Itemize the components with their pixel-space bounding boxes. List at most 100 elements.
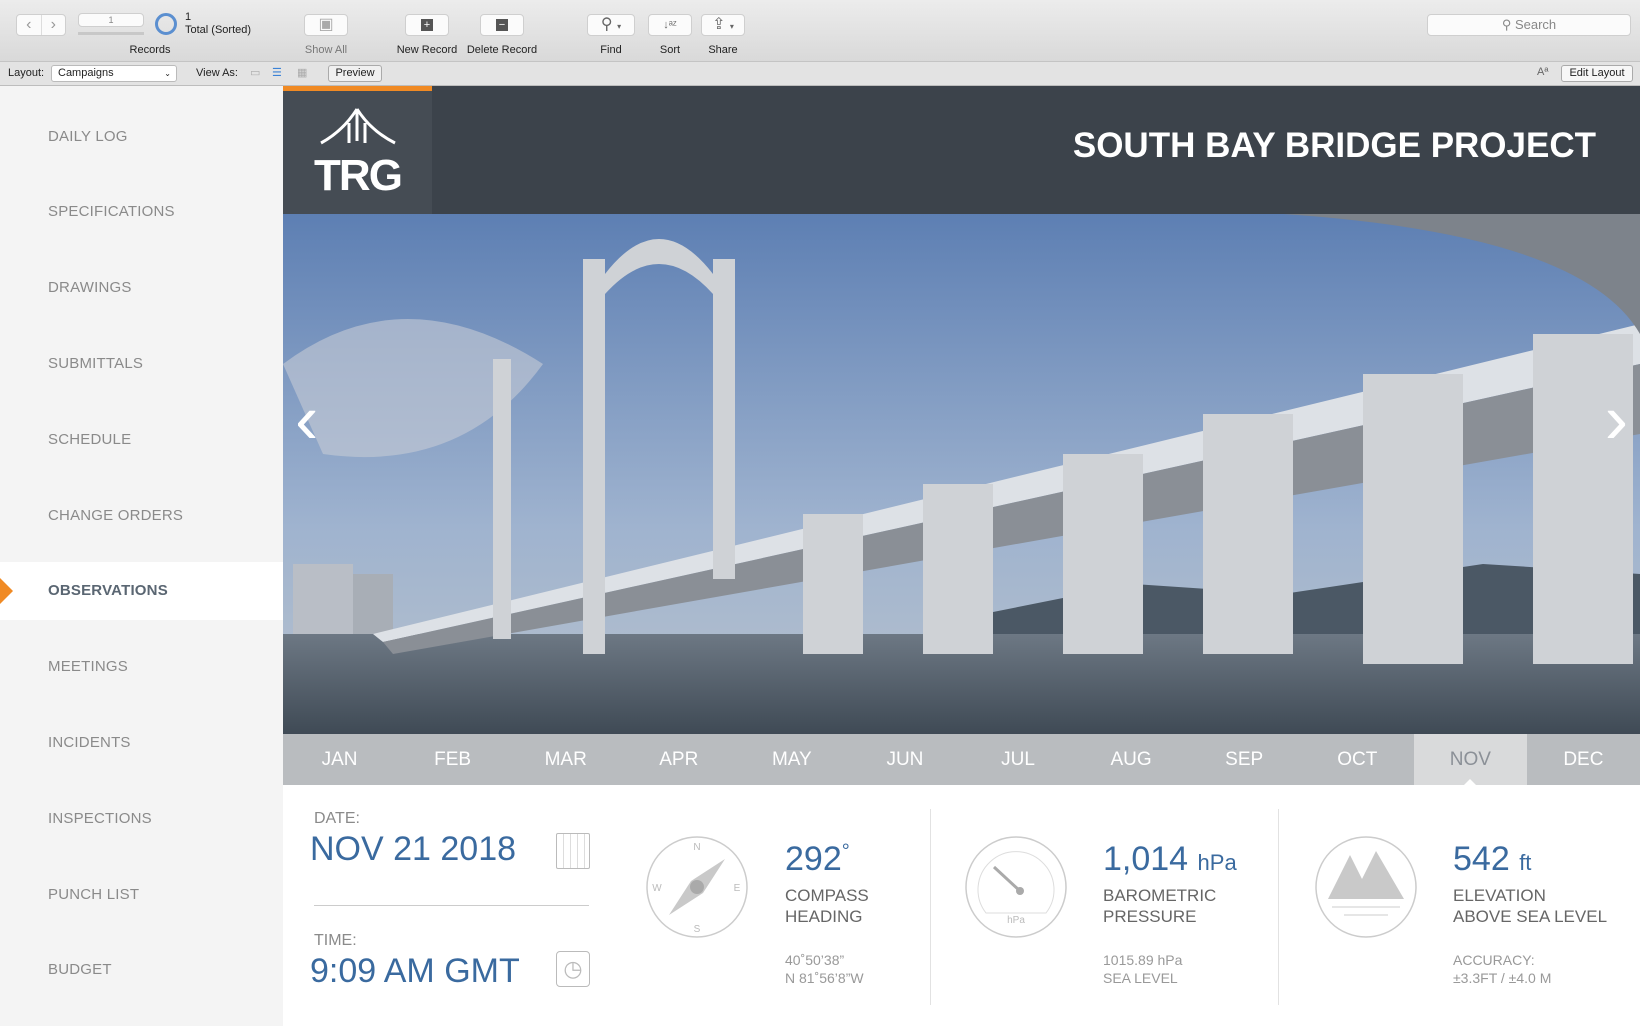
date-label: DATE: — [314, 810, 360, 827]
month-tab-mar[interactable]: MAR — [509, 734, 622, 785]
sidebar-item-label: DAILY LOG — [48, 127, 128, 145]
sidebar-item-inspections[interactable]: INSPECTIONS — [0, 789, 283, 847]
bridge-photo: ‹ › — [283, 214, 1640, 734]
previous-photo-arrow[interactable]: ‹ — [295, 379, 318, 459]
next-photo-arrow[interactable]: › — [1605, 379, 1628, 459]
sidebar-item-specifications[interactable]: SPECIFICATIONS — [0, 183, 283, 241]
sidebar-item-schedule[interactable]: SCHEDULE — [0, 410, 283, 468]
view-table-icon[interactable]: ▦ — [297, 66, 307, 79]
trg-logo: TRG — [283, 86, 432, 214]
month-tab-jul[interactable]: JUL — [961, 734, 1074, 785]
month-tab-aug[interactable]: AUG — [1075, 734, 1188, 785]
sidebar-item-label: OBSERVATIONS — [48, 582, 168, 600]
sidebar-item-label: SCHEDULE — [48, 430, 132, 448]
month-tab-nov[interactable]: NOV — [1413, 734, 1527, 786]
sidebar-item-budget[interactable]: BUDGET — [0, 941, 283, 999]
logo-text: TRG — [314, 151, 403, 200]
sidebar-item-label: CHANGE ORDERS — [48, 506, 184, 524]
record-number-field[interactable]: 1 — [78, 13, 144, 27]
divider — [314, 905, 589, 906]
sidebar-item-observations[interactable]: OBSERVATIONS — [0, 561, 283, 620]
pressure-value: 1,014 — [1103, 840, 1189, 878]
preview-button[interactable]: Preview — [328, 65, 382, 82]
new-record-button[interactable]: + — [405, 14, 449, 36]
previous-record-button[interactable]: ‹ — [17, 15, 41, 35]
month-tab-jun[interactable]: JUN — [848, 734, 961, 785]
month-tab-feb[interactable]: FEB — [396, 734, 509, 785]
pressure-unit: hPa — [1197, 850, 1237, 875]
show-all-button[interactable]: ▣ — [304, 14, 348, 36]
chevron-down-icon: ⌄ — [164, 69, 171, 78]
sort-label: Sort — [659, 44, 681, 56]
sidebar-item-daily-log[interactable]: DAILY LOG — [0, 107, 283, 165]
month-tab-jan[interactable]: JAN — [283, 734, 396, 785]
sort-button[interactable]: ↓ᵃᶻ — [648, 14, 692, 36]
share-button[interactable]: ⇪ ▾ — [701, 14, 745, 36]
divider — [1278, 809, 1279, 1005]
elevation-value: 542 — [1453, 840, 1510, 878]
sidebar-item-label: INCIDENTS — [48, 733, 131, 751]
clock-icon[interactable]: ◷ — [556, 951, 590, 987]
sidebar-item-label: BUDGET — [48, 961, 112, 979]
show-all-label: Show All — [304, 44, 348, 56]
sidebar-item-drawings[interactable]: DRAWINGS — [0, 259, 283, 317]
plus-icon: + — [421, 19, 433, 31]
month-tab-dec[interactable]: DEC — [1527, 734, 1640, 785]
find-label: Find — [600, 44, 622, 56]
records-label: Records — [129, 44, 171, 56]
time-label: TIME: — [314, 932, 357, 949]
coordinates-lat: 40˚50’38” — [785, 952, 845, 968]
minus-icon: − — [496, 19, 508, 31]
time-value[interactable]: 9:09 AM GMT — [310, 952, 520, 991]
month-tab-may[interactable]: MAY — [735, 734, 848, 785]
view-form-icon[interactable]: ▭ — [250, 66, 260, 79]
compass-label-1: COMPASS — [785, 886, 869, 905]
compass-value: 292 — [785, 840, 842, 878]
layout-value: Campaigns — [58, 67, 114, 79]
sidebar-item-label: MEETINGS — [48, 658, 128, 676]
sidebar-item-submittals[interactable]: SUBMITTALS — [0, 334, 283, 392]
compass-label-2: HEADING — [785, 907, 863, 926]
sidebar-item-label: DRAWINGS — [48, 279, 132, 297]
month-tab-sep[interactable]: SEP — [1188, 734, 1301, 785]
sidebar-item-punch-list[interactable]: PUNCH LIST — [0, 865, 283, 923]
search-icon: ⚲ — [600, 16, 613, 33]
sidebar-item-label: PUNCH LIST — [48, 885, 140, 903]
chevron-down-icon: ▾ — [617, 22, 622, 31]
compass-e: E — [734, 883, 741, 894]
accuracy-label: ACCURACY: — [1453, 952, 1535, 968]
barometer-icon: hPa — [965, 836, 1067, 938]
observation-details: DATE: NOV 21 2018 TIME: 9:09 AM GMT ◷ N … — [283, 785, 1640, 1026]
sidebar-item-label: SPECIFICATIONS — [48, 203, 175, 221]
delete-record-button[interactable]: − — [480, 14, 524, 36]
font-size-icon[interactable]: Aª — [1537, 66, 1548, 78]
view-list-icon[interactable]: ☰ — [272, 66, 282, 79]
accuracy-value: ±3.3FT / ±4.0 M — [1453, 970, 1552, 986]
share-icon: ⇪ — [712, 16, 726, 33]
found-count: 1 — [185, 11, 192, 23]
month-tab-apr[interactable]: APR — [622, 734, 735, 785]
date-value[interactable]: NOV 21 2018 — [310, 830, 516, 869]
month-tab-oct[interactable]: OCT — [1301, 734, 1414, 785]
compass-unit: ° — [841, 840, 850, 863]
edit-layout-button[interactable]: Edit Layout — [1561, 65, 1633, 82]
next-record-button[interactable]: › — [40, 15, 66, 35]
sidebar-item-meetings[interactable]: MEETINGS — [0, 638, 283, 696]
calendar-icon[interactable] — [556, 833, 590, 869]
search-placeholder: Search — [1514, 17, 1557, 32]
record-slider[interactable] — [78, 32, 144, 35]
layout-select[interactable]: Campaigns ⌄ — [51, 65, 177, 82]
share-label: Share — [708, 44, 738, 56]
find-button[interactable]: ⚲ ▾ — [587, 14, 635, 36]
sidebar-item-incidents[interactable]: INCIDENTS — [0, 713, 283, 771]
sidebar-item-label: INSPECTIONS — [48, 809, 152, 827]
elevation-label-1: ELEVATION — [1453, 886, 1546, 905]
search-input[interactable]: ⚲ Search — [1427, 14, 1631, 36]
total-sorted: Total (Sorted) — [185, 24, 252, 36]
coordinates-long: N 81˚56’8”W — [785, 970, 864, 986]
elevation-label-2: ABOVE SEA LEVEL — [1453, 907, 1608, 926]
sidebar-item-change-orders[interactable]: CHANGE ORDERS — [0, 486, 283, 544]
sort-icon: ↓ᵃᶻ — [663, 19, 677, 31]
layout-bar: Layout: Campaigns ⌄ View As: ▭ ☰ ▦ Previe… — [0, 62, 1640, 86]
view-as-label: View As: — [196, 67, 238, 79]
